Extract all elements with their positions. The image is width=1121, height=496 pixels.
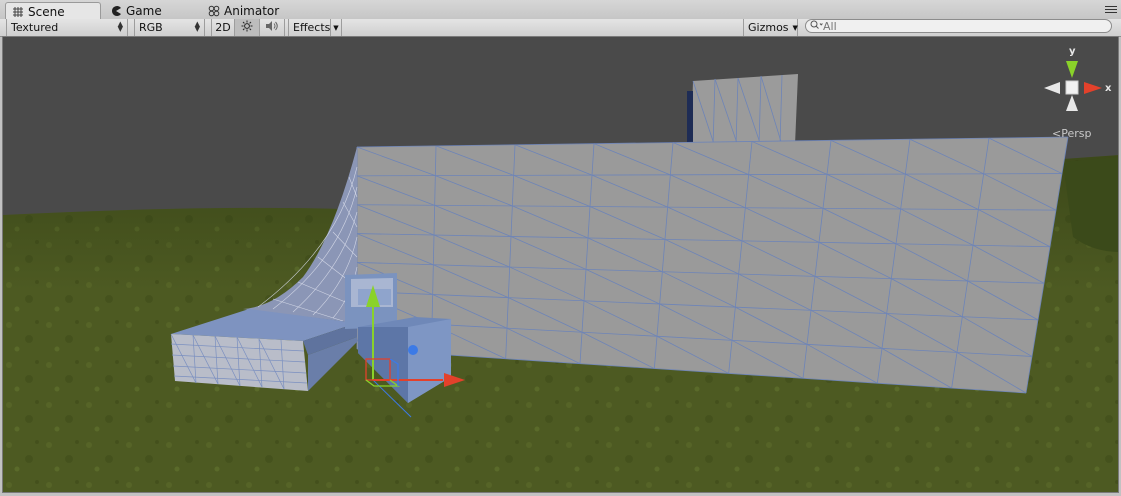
mode-2d-label: 2D (215, 21, 231, 34)
tab-animator-label: Animator (224, 3, 280, 18)
gizmos-dropdown[interactable]: Gizmos ▼ (743, 19, 798, 36)
chevron-down-icon: ▼ (333, 23, 339, 32)
draw-mode-dropdown[interactable]: Textured ▲ ▼ (6, 19, 128, 36)
sun-icon (241, 20, 253, 35)
wall-mesh (356, 136, 1069, 394)
tab-scene-label: Scene (28, 4, 65, 19)
effects-label: Effects (293, 21, 331, 34)
grid-icon (12, 6, 24, 18)
gizmos-label: Gizmos (748, 21, 789, 34)
mode-2d-button[interactable]: 2D (211, 19, 235, 36)
scene-lighting-button[interactable] (235, 19, 260, 36)
draw-mode-label: Textured (11, 21, 59, 34)
dropdown-arrows-icon: ▲ ▼ (194, 20, 200, 33)
effects-arrow-button[interactable]: ▼ (331, 19, 342, 36)
animator-icon (208, 5, 220, 17)
search-input[interactable] (823, 19, 1103, 33)
scene-audio-button[interactable] (260, 19, 285, 36)
projection-toggle[interactable]: <Persp (1052, 127, 1091, 140)
gizmo-z-handle (408, 345, 418, 355)
back-plane-mesh (687, 74, 798, 148)
projection-label: Persp (1061, 127, 1092, 140)
tab-scene[interactable]: Scene (5, 2, 101, 20)
render-mode-label: RGB (139, 21, 163, 34)
chevron-down-icon: ▼ (792, 23, 798, 32)
render-mode-dropdown[interactable]: RGB ▲ ▼ (134, 19, 205, 36)
tab-animator[interactable]: Animator (208, 2, 308, 19)
dropdown-arrows-icon: ▲ ▼ (117, 20, 123, 33)
tab-menu-icon[interactable] (1105, 6, 1117, 16)
gizmo-y-label: y (1069, 46, 1076, 57)
pacman-icon (110, 5, 122, 17)
tab-bar: Scene Game Animator (0, 0, 1121, 20)
persp-chevron-icon: < (1052, 127, 1062, 140)
gizmo-x-label: x (1105, 83, 1112, 94)
speaker-icon (265, 20, 279, 35)
search-icon (810, 20, 823, 33)
tab-game-label: Game (126, 3, 162, 18)
tab-game[interactable]: Game (110, 2, 190, 19)
scene-viewport[interactable]: y x <Persp (2, 36, 1119, 493)
effects-dropdown[interactable]: Effects (288, 19, 331, 36)
scene-search-field[interactable] (805, 19, 1112, 33)
